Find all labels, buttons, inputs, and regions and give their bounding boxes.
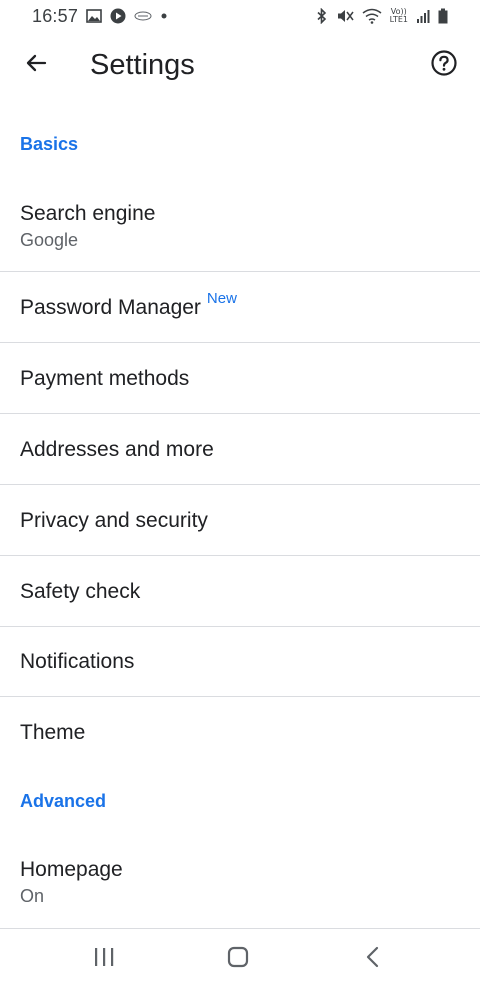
network-label-bottom: LTE1	[389, 15, 408, 24]
settings-item-subtitle: On	[20, 886, 45, 906]
play-icon	[110, 8, 126, 24]
settings-item-title: Notifications	[20, 650, 135, 673]
page-title: Settings	[90, 49, 195, 81]
wifi-icon	[362, 8, 382, 24]
settings-item-title: Search engine	[20, 202, 156, 225]
back-button[interactable]	[14, 43, 58, 87]
network-type: Vo)) LTE1	[390, 8, 408, 24]
section-header-advanced: Advanced	[20, 791, 107, 811]
settings-item-theme[interactable]: Theme	[0, 697, 480, 769]
mute-icon	[336, 8, 354, 24]
settings-item-homepage[interactable]: Homepage On	[0, 842, 480, 928]
new-badge: New	[206, 290, 237, 307]
recents-icon	[93, 947, 115, 972]
home-icon	[227, 946, 249, 973]
settings-item-payment-methods[interactable]: Payment methods	[0, 343, 480, 414]
recents-button[interactable]	[76, 939, 132, 979]
settings-item-privacy-security[interactable]: Privacy and security	[0, 485, 480, 556]
app-bar: Settings	[0, 32, 480, 98]
status-bar: 16:57 Vo)) LTE1	[0, 0, 480, 32]
battery-icon	[438, 8, 448, 24]
settings-item-safety-check[interactable]: Safety check	[0, 556, 480, 627]
settings-item-notifications[interactable]: Notifications	[0, 627, 480, 697]
image-icon	[86, 9, 102, 23]
system-back-button[interactable]	[344, 939, 400, 979]
bluetooth-icon	[316, 8, 328, 24]
dot-icon	[160, 12, 168, 20]
signal-icon	[416, 9, 430, 23]
settings-item-title: Theme	[20, 721, 86, 744]
status-bar-right: Vo)) LTE1	[316, 8, 448, 24]
app-icon	[134, 11, 152, 21]
back-icon	[365, 946, 379, 973]
arrow-back-icon	[24, 51, 48, 80]
settings-item-title: Homepage	[20, 858, 123, 881]
settings-item-addresses[interactable]: Addresses and more	[0, 414, 480, 485]
settings-item-subtitle: Google	[20, 230, 79, 250]
settings-item-title: Privacy and security	[20, 509, 208, 532]
settings-item-title-wrap: Password Manager New	[20, 290, 480, 324]
settings-item-password-manager[interactable]: Password Manager New	[0, 272, 480, 343]
navigation-bar	[0, 928, 480, 988]
settings-item-title: Addresses and more	[20, 438, 214, 461]
settings-item-title: Payment methods	[20, 367, 190, 390]
settings-item-title: Password Manager	[20, 296, 201, 319]
home-button[interactable]	[210, 939, 266, 979]
help-button[interactable]	[422, 43, 466, 87]
settings-item-search-engine[interactable]: Search engine Google	[0, 184, 480, 272]
section-header-basics: Basics	[20, 134, 79, 154]
settings-item-title: Safety check	[20, 580, 141, 603]
help-icon	[430, 49, 458, 82]
status-time: 16:57	[32, 5, 79, 26]
status-bar-left: 16:57	[32, 6, 168, 27]
